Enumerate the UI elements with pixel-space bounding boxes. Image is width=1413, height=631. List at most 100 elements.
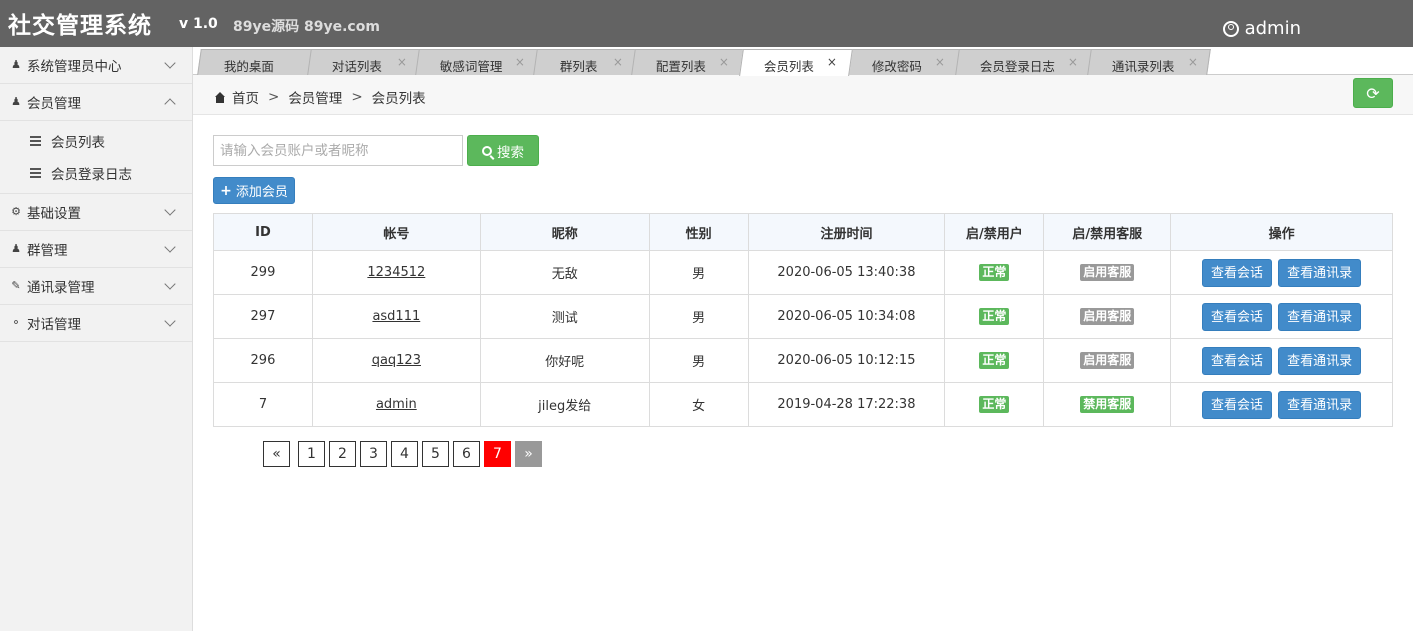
close-icon[interactable]: × [719,55,729,69]
close-icon[interactable]: × [515,55,525,69]
column-header: 操作 [1170,213,1393,251]
tab-label: 群列表 [559,59,598,74]
tab-label: 对话列表 [331,59,382,74]
column-header: 启/禁用户 [944,213,1045,251]
tab-label: 敏感词管理 [439,59,503,74]
column-header: 性别 [648,213,749,251]
user-name: admin [1244,18,1301,39]
view-chat-button[interactable]: 查看会话 [1201,346,1272,375]
tab-my-desktop[interactable]: 我的桌面 [197,49,313,75]
view-contacts-button[interactable]: 查看通讯录 [1278,346,1362,375]
cell-register-time: 2020-06-05 10:34:08 [747,294,946,339]
sidebar-item-label: 通讯录管理 [27,280,95,296]
view-chat-button[interactable]: 查看会话 [1201,302,1272,331]
service-badge[interactable]: 启用客服 [1080,308,1135,325]
page-prev-button[interactable]: « [263,441,290,467]
tab-group-list[interactable]: 群列表 × [533,49,637,75]
close-icon[interactable]: × [935,55,945,69]
sidebar-item-contacts-management[interactable]: ✎ 通讯录管理 [0,268,192,305]
cell-status: 正常 [944,338,1045,383]
page-button[interactable]: 4 [391,441,418,467]
sidebar-item-group-management[interactable]: ♟ 群管理 [0,231,192,268]
page-button[interactable]: 6 [453,441,480,467]
view-contacts-button[interactable]: 查看通讯录 [1278,258,1362,287]
tab-label: 会员登录日志 [979,59,1055,74]
add-member-button[interactable]: + 添加会员 [213,177,295,204]
sidebar-submenu: 会员列表 会员登录日志 [0,121,192,194]
cell-nickname: jileg发给 [479,382,650,427]
view-contacts-button[interactable]: 查看通讯录 [1278,302,1362,331]
cell-register-time: 2020-06-05 10:12:15 [747,338,946,383]
breadcrumb-separator: > [268,89,280,105]
page-next-button[interactable]: » [515,441,542,467]
close-icon[interactable]: × [1188,55,1198,69]
tab-change-password[interactable]: 修改密码 × [847,49,961,75]
page-button-current[interactable]: 7 [484,441,511,467]
sidebar-item-chat-management[interactable]: ⚬ 对话管理 [0,305,192,342]
tab-login-log[interactable]: 会员登录日志 × [955,49,1093,75]
account-link[interactable]: qaq123 [372,353,421,368]
search-icon [482,145,492,156]
view-chat-button[interactable]: 查看会话 [1201,390,1272,419]
cell-gender: 男 [648,250,749,295]
search-input[interactable] [213,135,463,166]
sidebar-subitem-member-list[interactable]: 会员列表 [0,125,192,157]
service-badge[interactable]: 禁用客服 [1080,396,1135,413]
cell-account: asd111 [311,294,481,339]
sidebar-item-label: 对话管理 [27,317,81,333]
status-badge[interactable]: 正常 [979,396,1010,413]
search-button[interactable]: 搜索 [467,135,539,166]
cell-gender: 女 [648,382,749,427]
column-header: 注册时间 [747,213,946,251]
close-icon[interactable]: × [397,55,407,69]
site-label: 89ye源码 89ye.com [233,19,380,35]
close-icon[interactable]: × [613,55,623,69]
status-badge[interactable]: 正常 [979,352,1010,369]
page-button[interactable]: 5 [422,441,449,467]
tab-contacts-list[interactable]: 通讯录列表 × [1087,49,1211,75]
account-link[interactable]: admin [376,397,417,412]
breadcrumb-home[interactable]: 首页 [232,87,259,107]
sidebar-item-label: 基础设置 [27,206,81,222]
sidebar-subitem-label: 会员登录日志 [51,167,132,183]
status-badge[interactable]: 正常 [979,264,1010,281]
chevron-up-icon [164,98,176,110]
service-badge[interactable]: 启用客服 [1080,264,1135,281]
chat-icon: ⚬ [11,316,21,329]
sidebar-item-label: 群管理 [27,243,68,259]
cell-service: 禁用客服 [1043,382,1172,427]
sidebar-item-member-management[interactable]: ♟ 会员管理 [0,84,192,121]
view-chat-button[interactable]: 查看会话 [1201,258,1272,287]
breadcrumb-member-management[interactable]: 会员管理 [288,87,342,107]
chevron-down-icon [164,57,176,69]
tab-sensitive-words[interactable]: 敏感词管理 × [415,49,539,75]
page-button[interactable]: 2 [329,441,356,467]
chevron-down-icon [164,315,176,327]
sidebar-item-basic-settings[interactable]: ⚙ 基础设置 [0,194,192,231]
cell-account: 1234512 [311,250,481,295]
cell-actions: 查看会话 查看通讯录 [1170,294,1393,339]
service-badge[interactable]: 启用客服 [1080,352,1135,369]
refresh-button[interactable]: ⟳ [1353,78,1393,108]
column-header: 帐号 [311,213,481,251]
account-link[interactable]: asd111 [372,309,420,324]
user-menu[interactable]: admin [1222,18,1301,39]
tab-chat-list[interactable]: 对话列表 × [307,49,421,75]
close-icon[interactable]: × [1068,55,1078,69]
sidebar-item-admin-center[interactable]: ♟ 系统管理员中心 [0,47,192,84]
account-link[interactable]: 1234512 [367,265,425,280]
view-contacts-button[interactable]: 查看通讯录 [1278,390,1362,419]
tab-config-list[interactable]: 配置列表 × [631,49,745,75]
page-button[interactable]: 3 [360,441,387,467]
user-icon: ♟ [11,95,21,108]
tab-member-list[interactable]: 会员列表 × [739,49,853,76]
close-icon[interactable]: × [827,55,837,69]
tab-label: 修改密码 [871,59,922,74]
status-badge[interactable]: 正常 [979,308,1010,325]
tab-label: 我的桌面 [223,59,274,74]
sidebar-subitem-login-log[interactable]: 会员登录日志 [0,157,192,189]
add-member-label: 添加会员 [235,185,288,200]
page-button[interactable]: 1 [298,441,325,467]
table-row: 297 asd111 测试 男 2020-06-05 10:34:08 正常 启… [213,294,1393,339]
chevron-down-icon [164,278,176,290]
